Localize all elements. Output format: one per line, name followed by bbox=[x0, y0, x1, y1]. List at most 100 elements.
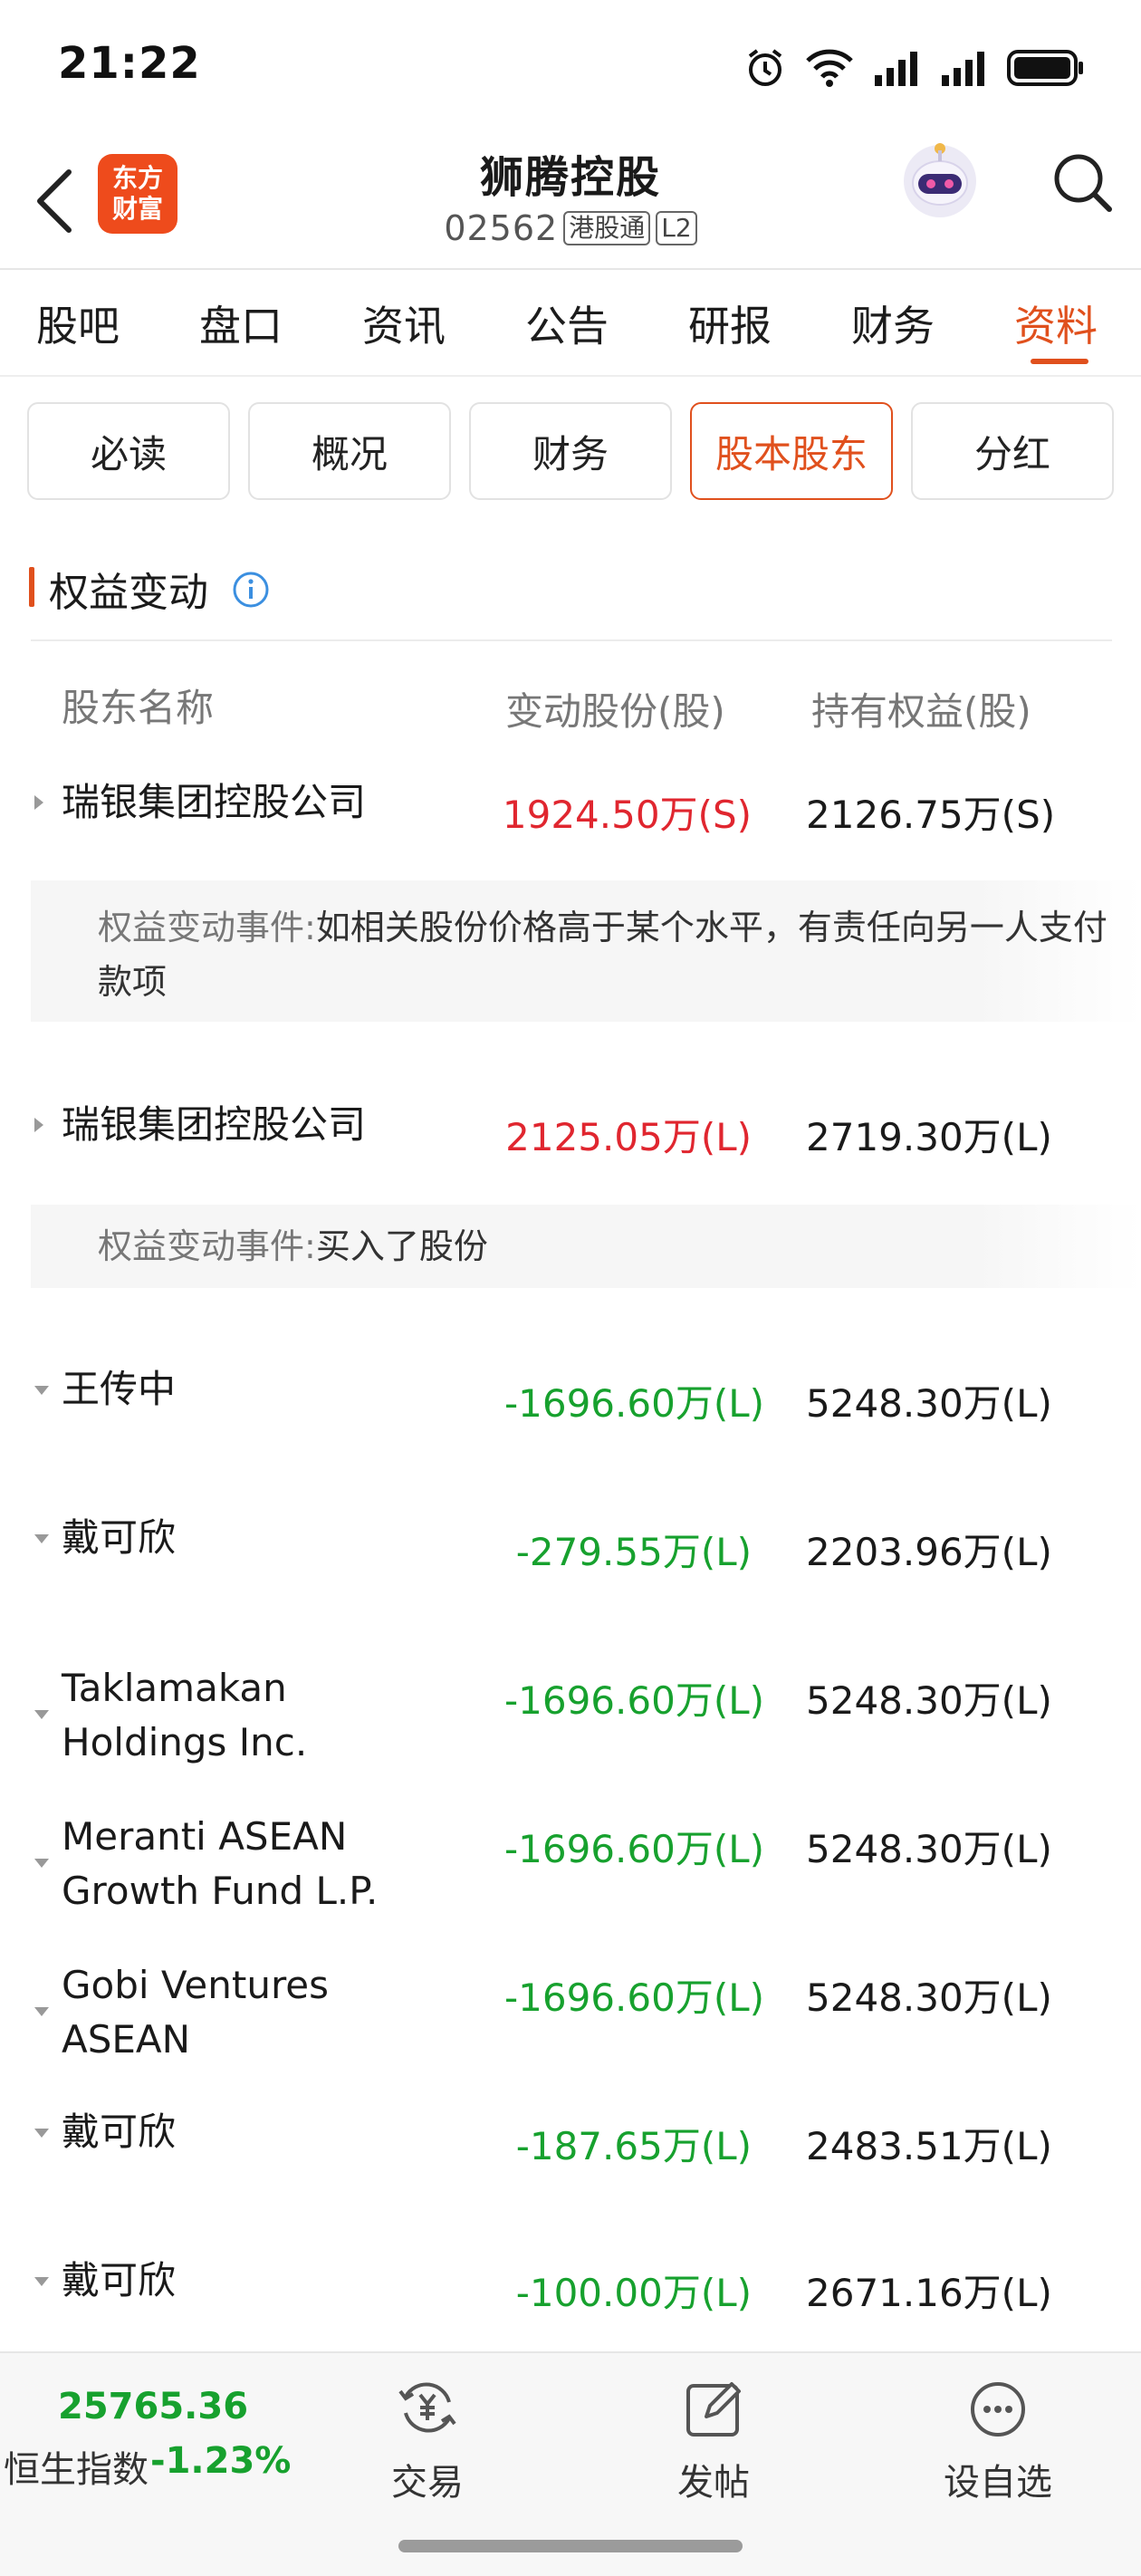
subtab-overview[interactable]: 概况 bbox=[248, 402, 451, 500]
shareholder-name-line-2: Growth Fund L.P. bbox=[62, 1869, 379, 1913]
change-shares: -1696.60万(L) bbox=[503, 1678, 764, 1723]
change-shares: -187.65万(L) bbox=[515, 2124, 752, 2168]
hk-connect-tag: 港股通 bbox=[563, 211, 651, 245]
section-divider bbox=[31, 639, 1112, 641]
signal-icon bbox=[942, 52, 984, 86]
stock-subtitle: 02562 港股通 L2 bbox=[299, 208, 842, 248]
logo-line-1: 东方 bbox=[111, 163, 163, 193]
header-change-shares: 变动股份(股) bbox=[505, 689, 725, 734]
stock-code: 02562 bbox=[444, 208, 559, 248]
holding-shares: 5248.30万(L) bbox=[806, 1827, 1052, 1871]
change-shares: -279.55万(L) bbox=[515, 1530, 752, 1574]
event-label: 权益变动事件: bbox=[98, 908, 316, 947]
subtab-dividends[interactable]: 分红 bbox=[911, 402, 1114, 500]
active-tab-indicator bbox=[1031, 359, 1088, 364]
tab-guba[interactable]: 股吧 bbox=[36, 293, 120, 353]
collapse-arrow-icon[interactable] bbox=[34, 1710, 49, 1719]
equity-event-box: 权益变动事件:买入了股份 bbox=[31, 1205, 1141, 1288]
tab-research[interactable]: 研报 bbox=[688, 293, 772, 353]
tab-profile[interactable]: 资料 bbox=[1014, 293, 1098, 353]
shareholder-name[interactable]: Gobi Ventures ASEAN bbox=[62, 1958, 329, 2067]
search-button[interactable] bbox=[1041, 141, 1123, 223]
shareholder-name[interactable]: 戴可欣 bbox=[62, 2105, 176, 2159]
collapse-arrow-icon[interactable] bbox=[34, 1859, 49, 1868]
expand-arrow-icon[interactable] bbox=[34, 795, 43, 810]
home-indicator[interactable] bbox=[398, 2540, 743, 2552]
status-time: 21:22 bbox=[58, 38, 201, 89]
shareholder-name-line-2: ASEAN bbox=[62, 2017, 191, 2062]
shareholder-name[interactable]: Taklamakan Holdings Inc. bbox=[62, 1661, 307, 1770]
change-shares: 2125.05万(L) bbox=[505, 1115, 752, 1159]
change-shares: 1924.50万(S) bbox=[502, 793, 752, 837]
shareholder-name-line-1: Gobi Ventures bbox=[62, 1963, 330, 2007]
alarm-icon bbox=[748, 49, 782, 86]
wifi-icon bbox=[806, 49, 853, 87]
event-text: 买入了股份 bbox=[315, 1226, 488, 1266]
tab-news[interactable]: 资讯 bbox=[362, 293, 446, 353]
collapse-arrow-icon[interactable] bbox=[34, 2007, 49, 2016]
holding-shares: 2671.16万(L) bbox=[806, 2271, 1052, 2315]
edit-icon bbox=[686, 2382, 741, 2437]
shareholder-name[interactable]: 瑞银集团控股公司 bbox=[62, 775, 366, 830]
robot-avatar-icon[interactable] bbox=[896, 136, 983, 223]
index-change: -1.23% bbox=[150, 2440, 292, 2482]
app-logo[interactable]: 东方 财富 bbox=[98, 154, 177, 234]
logo-line-2: 财富 bbox=[111, 194, 163, 224]
event-label: 权益变动事件: bbox=[98, 1226, 316, 1266]
tab-announcements[interactable]: 公告 bbox=[525, 293, 609, 353]
header-holding: 持有权益(股) bbox=[811, 689, 1031, 734]
level2-tag: L2 bbox=[656, 211, 697, 245]
yuan-exchange-icon bbox=[398, 2382, 456, 2433]
tab-finance[interactable]: 财务 bbox=[851, 293, 935, 353]
stock-header: 东方 财富 狮腾控股 02562 港股通 L2 bbox=[0, 136, 1141, 270]
change-shares: -1696.60万(L) bbox=[503, 1827, 764, 1871]
change-shares: -1696.60万(L) bbox=[503, 1381, 764, 1426]
shareholder-name[interactable]: 戴可欣 bbox=[62, 2254, 176, 2308]
holding-shares: 2483.51万(L) bbox=[806, 2124, 1052, 2168]
shareholder-name[interactable]: Meranti ASEAN Growth Fund L.P. bbox=[62, 1810, 378, 1918]
index-value: 25765.36 bbox=[58, 2386, 249, 2427]
shareholder-name-line-2: Holdings Inc. bbox=[62, 1720, 308, 1764]
section-accent-bar bbox=[29, 567, 34, 607]
subtab-shareholders[interactable]: 股本股东 bbox=[690, 402, 893, 500]
equity-event-box: 权益变动事件:如相关股份价格高于某个水平，有责任向另一人支付款项 bbox=[31, 880, 1141, 1022]
shareholder-name[interactable]: 王传中 bbox=[62, 1362, 176, 1417]
holding-shares: 5248.30万(L) bbox=[806, 1975, 1052, 2020]
holding-shares: 2719.30万(L) bbox=[806, 1115, 1052, 1159]
signal-icon bbox=[875, 52, 917, 86]
holding-shares: 2203.96万(L) bbox=[806, 1530, 1052, 1574]
collapse-arrow-icon[interactable] bbox=[34, 2277, 49, 2286]
shareholder-name-line-1: Meranti ASEAN bbox=[62, 1814, 348, 1859]
subtab-finance[interactable]: 财务 bbox=[469, 402, 672, 500]
change-shares: -1696.60万(L) bbox=[503, 1975, 764, 2020]
back-arrow-icon bbox=[37, 169, 72, 233]
holding-shares: 5248.30万(L) bbox=[806, 1381, 1052, 1426]
watchlist-label: 设自选 bbox=[944, 2462, 1052, 2504]
header-shareholder-name: 股东名称 bbox=[62, 686, 215, 730]
section-title: 权益变动 bbox=[49, 570, 208, 616]
shareholder-name[interactable]: 戴可欣 bbox=[62, 1511, 176, 1565]
back-button[interactable] bbox=[27, 156, 82, 246]
status-bar: 21:22 bbox=[0, 0, 1141, 136]
stock-name: 狮腾控股 bbox=[479, 152, 661, 203]
status-icons bbox=[744, 47, 1085, 89]
subtab-must-read[interactable]: 必读 bbox=[27, 402, 230, 500]
info-icon[interactable] bbox=[232, 571, 270, 609]
collapse-arrow-icon[interactable] bbox=[34, 2129, 49, 2138]
post-label: 发帖 bbox=[677, 2462, 750, 2504]
stock-title: 狮腾控股 02562 港股通 L2 bbox=[299, 141, 842, 248]
main-tabs: 股吧 盘口 资讯 公告 研报 财务 资料 bbox=[0, 272, 1141, 377]
collapse-arrow-icon[interactable] bbox=[34, 1386, 49, 1395]
trade-button[interactable]: 交易 bbox=[355, 2373, 500, 2505]
search-icon bbox=[1054, 154, 1112, 212]
shareholder-name[interactable]: 瑞银集团控股公司 bbox=[62, 1098, 366, 1152]
tab-pankou[interactable]: 盘口 bbox=[199, 293, 283, 353]
more-icon bbox=[971, 2382, 1025, 2437]
add-watchlist-button[interactable]: 设自选 bbox=[925, 2373, 1070, 2505]
index-name: 恒生指数 bbox=[4, 2449, 149, 2491]
post-button[interactable]: 发帖 bbox=[641, 2373, 786, 2505]
expand-arrow-icon[interactable] bbox=[34, 1118, 43, 1132]
collapse-arrow-icon[interactable] bbox=[34, 1534, 49, 1543]
holding-shares: 5248.30万(L) bbox=[806, 1678, 1052, 1723]
shareholder-name-line-1: Taklamakan bbox=[62, 1666, 287, 1710]
